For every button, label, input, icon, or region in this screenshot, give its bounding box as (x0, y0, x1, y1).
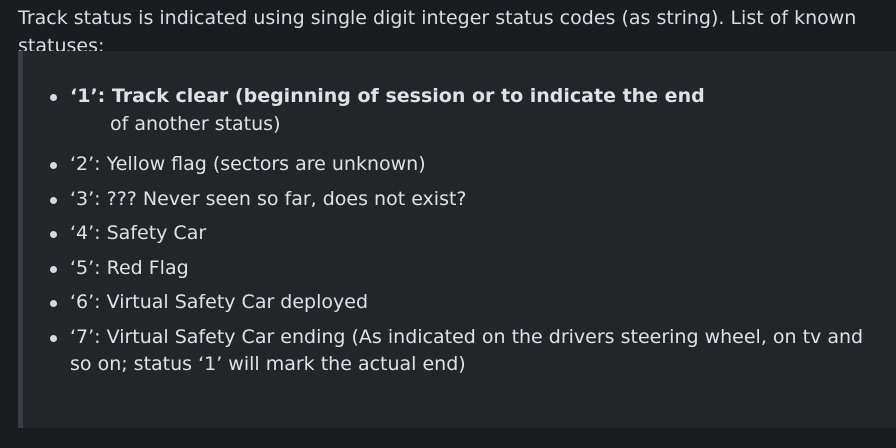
status-item-6-text: ‘6’: Virtual Safety Car deployed (70, 291, 369, 314)
status-item-5: ‘5’: Red Flag (48, 255, 878, 283)
status-item-6: ‘6’: Virtual Safety Car deployed (48, 289, 878, 317)
status-item-2: ‘2’: Yellow flag (sectors are unknown) (48, 151, 878, 179)
status-list: ‘1’: Track clear (beginning of session o… (48, 83, 878, 386)
status-item-7: ‘7’: Virtual Safety Car ending (As indic… (48, 324, 878, 379)
status-item-2-text: ‘2’: Yellow flag (sectors are unknown) (70, 153, 426, 176)
status-item-3-text: ‘3’: ??? Never seen so far, does not exi… (70, 187, 467, 210)
status-item-1-text: ‘1’: Track clear (beginning of session o… (70, 85, 705, 107)
status-blockquote: ‘1’: Track clear (beginning of session o… (18, 51, 896, 428)
status-item-3: ‘3’: ??? Never seen so far, does not exi… (48, 186, 878, 214)
status-item-1-continuation: of another status) (110, 112, 281, 135)
status-item-5-text: ‘5’: Red Flag (70, 256, 189, 279)
status-item-4: ‘4’: Safety Car (48, 220, 878, 248)
status-item-4-text: ‘4’: Safety Car (70, 222, 207, 245)
status-item-1: ‘1’: Track clear (beginning of session o… (48, 83, 878, 138)
status-item-7-text: ‘7’: Virtual Safety Car ending (As indic… (70, 325, 864, 376)
